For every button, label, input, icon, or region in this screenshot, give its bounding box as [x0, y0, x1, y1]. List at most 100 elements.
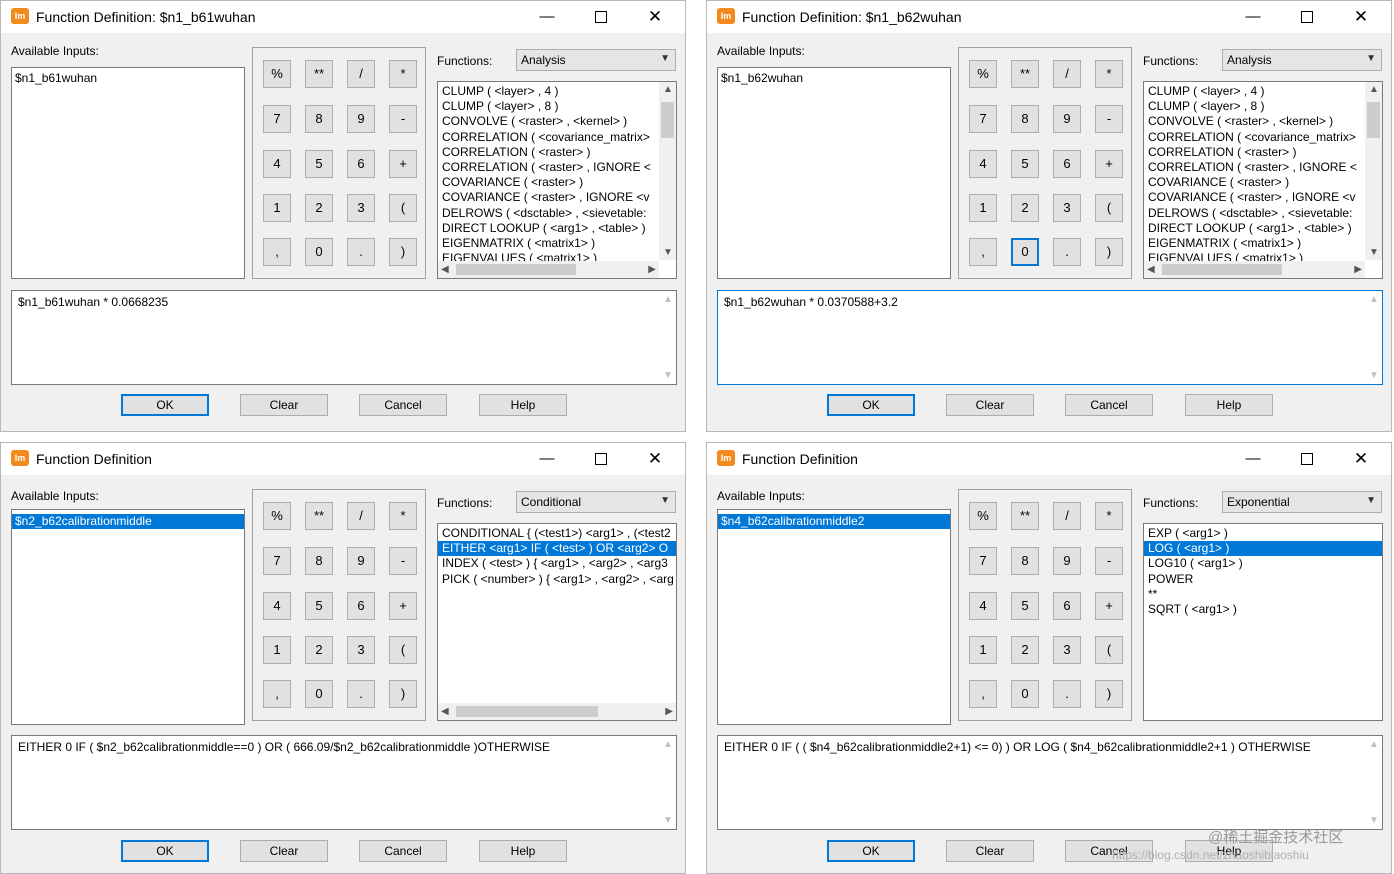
key-open-paren[interactable]: ( [1095, 636, 1123, 664]
function-category-select[interactable]: Analysis ▼ [516, 49, 676, 71]
clear-button[interactable]: Clear [240, 840, 328, 862]
key-5[interactable]: 5 [1011, 592, 1039, 620]
scroll-up-icon[interactable]: ▲ [663, 294, 673, 305]
scroll-up-icon[interactable]: ▲ [663, 739, 673, 750]
function-item[interactable]: CLUMP ( <layer> , 8 ) [1144, 99, 1382, 114]
functions-horizontal-scrollbar[interactable]: ◀ ▶ [438, 261, 659, 278]
key-5[interactable]: 5 [1011, 150, 1039, 178]
function-item[interactable]: CLUMP ( <layer> , 8 ) [438, 99, 676, 114]
key-6[interactable]: 6 [1053, 150, 1081, 178]
ok-button[interactable]: OK [121, 394, 209, 416]
key-open-paren[interactable]: ( [389, 194, 417, 222]
key-2[interactable]: 2 [1011, 636, 1039, 664]
functions-horizontal-scrollbar[interactable]: ◀ ▶ [1144, 261, 1365, 278]
expression-editor[interactable]: EITHER 0 IF ( ( $n4_b62calibrationmiddle… [717, 735, 1383, 830]
key-comma[interactable]: , [969, 680, 997, 708]
input-item[interactable]: $n4_b62calibrationmiddle2 [718, 514, 950, 529]
key-1[interactable]: 1 [263, 636, 291, 664]
key-comma[interactable]: , [263, 680, 291, 708]
function-item[interactable]: DIRECT LOOKUP ( <arg1> , <table> ) [1144, 221, 1382, 236]
help-button[interactable]: Help [1185, 394, 1273, 416]
key-close-paren[interactable]: ) [389, 238, 417, 266]
key-decimal[interactable]: . [347, 238, 375, 266]
function-item[interactable]: CORRELATION ( <raster> ) [1144, 145, 1382, 160]
key-7[interactable]: 7 [263, 547, 291, 575]
key-minus[interactable]: - [389, 547, 417, 575]
key-decimal[interactable]: . [1053, 680, 1081, 708]
scroll-left-icon[interactable]: ◀ [1147, 264, 1155, 275]
expression-scrollbar[interactable]: ▲ ▼ [659, 736, 676, 829]
function-item[interactable]: PICK ( <number> ) { <arg1> , <arg2> , <a… [438, 572, 676, 587]
key-divide[interactable]: / [1053, 60, 1081, 88]
available-inputs-list[interactable]: $n2_b62calibrationmiddle [11, 509, 245, 725]
function-item[interactable]: EITHER <arg1> IF ( <test> ) OR <arg2> O [438, 541, 676, 557]
key-3[interactable]: 3 [347, 194, 375, 222]
key-divide[interactable]: / [347, 502, 375, 530]
scrollbar-thumb[interactable] [456, 264, 576, 275]
function-item[interactable]: DIRECT LOOKUP ( <arg1> , <table> ) [438, 221, 676, 236]
available-inputs-list[interactable]: $n1_b62wuhan [717, 67, 951, 279]
key-3[interactable]: 3 [1053, 636, 1081, 664]
scrollbar-thumb[interactable] [456, 706, 598, 717]
scroll-down-icon[interactable]: ▼ [1369, 815, 1379, 826]
key-power[interactable]: ** [1011, 502, 1039, 530]
scroll-right-icon[interactable]: ▶ [665, 706, 673, 717]
function-category-select[interactable]: Conditional ▼ [516, 491, 676, 513]
key-9[interactable]: 9 [347, 547, 375, 575]
expression-editor[interactable]: EITHER 0 IF ( $n2_b62calibrationmiddle==… [11, 735, 677, 830]
key-5[interactable]: 5 [305, 592, 333, 620]
expression-editor[interactable]: $n1_b61wuhan * 0.0668235 ▲ ▼ [11, 290, 677, 385]
function-item[interactable]: CONDITIONAL { (<test1>) <arg1> , (<test2 [438, 526, 676, 541]
clear-button[interactable]: Clear [946, 840, 1034, 862]
key-5[interactable]: 5 [305, 150, 333, 178]
key-4[interactable]: 4 [263, 150, 291, 178]
key-decimal[interactable]: . [347, 680, 375, 708]
input-item[interactable]: $n1_b62wuhan [718, 71, 950, 86]
function-item[interactable]: CONVOLVE ( <raster> , <kernel> ) [1144, 114, 1382, 129]
minimize-button[interactable]: — [1231, 5, 1275, 29]
minimize-button[interactable]: — [525, 5, 569, 29]
function-item[interactable]: CLUMP ( <layer> , 4 ) [438, 84, 676, 99]
functions-horizontal-scrollbar[interactable]: ◀ ▶ [438, 703, 676, 720]
key-2[interactable]: 2 [305, 194, 333, 222]
scroll-left-icon[interactable]: ◀ [441, 706, 449, 717]
function-item[interactable]: CORRELATION ( <raster> , IGNORE < [1144, 160, 1382, 175]
expression-scrollbar[interactable]: ▲ ▼ [1365, 736, 1382, 829]
clear-button[interactable]: Clear [946, 394, 1034, 416]
scroll-up-icon[interactable]: ▲ [1369, 294, 1379, 305]
key-8[interactable]: 8 [305, 547, 333, 575]
function-item[interactable]: DELROWS ( <dsctable> , <sievetable: [438, 206, 676, 221]
function-item[interactable]: DELROWS ( <dsctable> , <sievetable: [1144, 206, 1382, 221]
function-item[interactable]: CORRELATION ( <raster> , IGNORE < [438, 160, 676, 175]
key-plus[interactable]: + [1095, 150, 1123, 178]
key-1[interactable]: 1 [969, 194, 997, 222]
expression-editor[interactable]: $n1_b62wuhan * 0.0370588+3.2 ▲ ▼ [717, 290, 1383, 385]
available-inputs-list[interactable]: $n4_b62calibrationmiddle2 [717, 509, 951, 725]
scroll-down-icon[interactable]: ▼ [663, 815, 673, 826]
key-2[interactable]: 2 [305, 636, 333, 664]
key-6[interactable]: 6 [1053, 592, 1081, 620]
key-1[interactable]: 1 [969, 636, 997, 664]
scroll-right-icon[interactable]: ▶ [1354, 264, 1362, 275]
key-power[interactable]: ** [305, 502, 333, 530]
maximize-button[interactable] [1285, 5, 1329, 29]
function-item[interactable]: CORRELATION ( <covariance_matrix> [438, 130, 676, 145]
key-decimal[interactable]: . [1053, 238, 1081, 266]
function-category-select[interactable]: Exponential ▼ [1222, 491, 1382, 513]
key-8[interactable]: 8 [305, 105, 333, 133]
key-percent[interactable]: % [969, 502, 997, 530]
minimize-button[interactable]: — [525, 447, 569, 471]
maximize-button[interactable] [579, 5, 623, 29]
close-button[interactable]: ✕ [633, 5, 677, 29]
function-item[interactable]: EXP ( <arg1> ) [1144, 526, 1382, 541]
key-0[interactable]: 0 [305, 238, 333, 266]
function-item[interactable]: POWER [1144, 572, 1382, 587]
close-button[interactable]: ✕ [1339, 5, 1383, 29]
scroll-right-icon[interactable]: ▶ [648, 264, 656, 275]
function-item[interactable]: CONVOLVE ( <raster> , <kernel> ) [438, 114, 676, 129]
key-1[interactable]: 1 [263, 194, 291, 222]
close-button[interactable]: ✕ [633, 447, 677, 471]
key-percent[interactable]: % [969, 60, 997, 88]
key-comma[interactable]: , [969, 238, 997, 266]
maximize-button[interactable] [579, 447, 623, 471]
